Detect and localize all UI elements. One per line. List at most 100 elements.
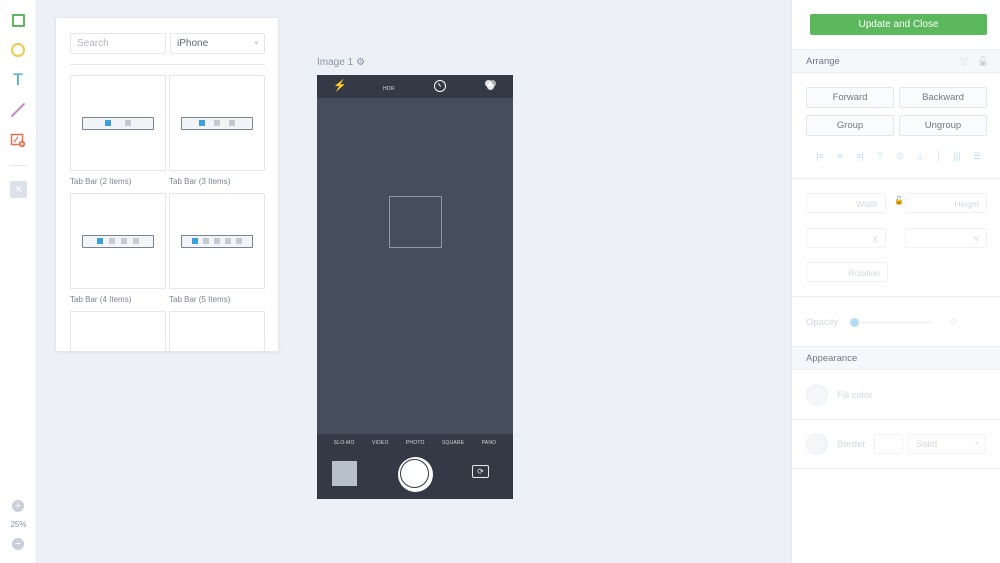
border-style-value: Solid — [916, 439, 938, 450]
chevron-down-icon: ▾ — [254, 40, 258, 47]
tile-label: Tab Bar (2 Items) — [70, 177, 132, 186]
shutter-button — [398, 457, 433, 492]
mode-square: SQUARE — [441, 440, 465, 446]
mode-photo: PHOTO — [405, 440, 425, 446]
align-top-icon[interactable]: ⊤ — [870, 151, 890, 162]
tab-item — [109, 238, 115, 244]
tab-bar-preview — [82, 234, 154, 248]
line-tool[interactable] — [9, 101, 27, 119]
tab-item — [125, 120, 131, 126]
trash-icon[interactable]: 🗑 — [958, 56, 969, 67]
tab-item — [214, 120, 220, 126]
align-middle-v-icon[interactable]: ⦶ — [890, 151, 910, 162]
align-left-icon[interactable]: |≡ — [810, 151, 830, 161]
library-tile[interactable]: Tab Bar (5 Items) — [169, 193, 265, 304]
component-library-panel: iPhone ▾ Tab Bar (2 Items) Tab Bar (3 It… — [55, 17, 279, 352]
device-select[interactable]: iPhone ▾ — [170, 33, 265, 54]
height-field[interactable]: Height — [905, 193, 987, 213]
section-divider — [792, 419, 1000, 420]
mode-pano: PANO — [481, 440, 497, 446]
artboard-label: Image 1 ⚙ — [317, 57, 365, 68]
border-color-swatch[interactable] — [806, 433, 828, 455]
image-icon — [10, 133, 26, 148]
backward-button[interactable]: Backward — [899, 87, 987, 108]
section-divider — [792, 178, 1000, 179]
border-width-field[interactable] — [874, 434, 903, 454]
chevron-down-icon: ▾ — [974, 441, 978, 447]
fill-color-swatch[interactable] — [806, 384, 828, 406]
zoom-out-button[interactable]: − — [12, 538, 24, 550]
border-label: Border — [837, 439, 866, 450]
image-tool[interactable] — [9, 131, 27, 149]
distribute-horizontal-icon[interactable]: ||| — [947, 151, 967, 161]
flash-icon: ⚡ — [333, 80, 347, 92]
forward-button[interactable]: Forward — [806, 87, 894, 108]
update-and-close-button[interactable]: Update and Close — [810, 14, 987, 35]
tile-thumbnail — [70, 193, 166, 289]
aspect-lock-icon[interactable]: 🔓 — [894, 196, 904, 205]
tile-thumbnail — [169, 311, 265, 351]
zoom-level: 25% — [10, 520, 27, 529]
mode-slo-mo: SLO-MO — [333, 440, 355, 446]
rectangle-tool[interactable] — [9, 11, 27, 29]
unlock-icon[interactable]: 🔓 — [978, 56, 989, 67]
group-button[interactable]: Group — [806, 115, 894, 136]
appearance-section-header: Appearance — [792, 346, 1000, 370]
align-center-h-icon[interactable]: ≡ — [830, 151, 850, 161]
library-tile[interactable]: Tab Bar (3 Items) — [169, 75, 265, 186]
fill-color-label: Fill color — [837, 390, 873, 401]
tab-item — [229, 120, 235, 126]
section-divider — [792, 296, 1000, 297]
tab-bar-preview — [181, 116, 253, 130]
tile-label: Tab Bar (5 Items) — [169, 295, 231, 304]
focus-square — [389, 196, 442, 248]
library-tile[interactable]: Tab Bar (4 Items) — [70, 193, 166, 304]
tab-item-active — [105, 120, 111, 126]
tab-item — [133, 238, 139, 244]
library-tile[interactable] — [70, 311, 166, 351]
align-right-icon[interactable]: ≡| — [850, 151, 870, 161]
tile-thumbnail — [70, 311, 166, 351]
artboard-camera-screen[interactable]: ⚡ HDR SLO-MO VIDEO PHOTO SQUARE PANO ⟳ — [317, 75, 513, 499]
tab-item — [121, 238, 127, 244]
opacity-value: 0 — [951, 317, 957, 327]
tab-item — [225, 238, 231, 244]
mode-video: VIDEO — [371, 440, 389, 446]
distribute-vertical-icon[interactable]: ☰ — [967, 151, 987, 162]
width-field[interactable]: Width — [806, 193, 886, 213]
close-icon[interactable]: × — [10, 181, 27, 198]
gear-icon[interactable]: ⚙ — [356, 57, 365, 68]
y-field[interactable]: Y — [905, 228, 987, 248]
text-tool[interactable]: T — [9, 71, 27, 89]
artboard-name[interactable]: Image 1 — [317, 57, 353, 68]
arrange-title: Arrange — [806, 56, 840, 67]
tool-sidebar: T × + 25% − — [0, 0, 37, 563]
tab-item — [203, 238, 209, 244]
library-tile[interactable] — [169, 311, 265, 351]
ungroup-button[interactable]: Ungroup — [899, 115, 987, 136]
flip-camera-icon: ⟳ — [472, 465, 489, 478]
opacity-slider-track[interactable] — [852, 322, 932, 323]
opacity-slider-handle[interactable] — [850, 318, 859, 327]
library-divider — [70, 64, 265, 65]
camera-top-bar: ⚡ HDR — [317, 75, 513, 98]
tile-thumbnail — [169, 193, 265, 289]
hdr-label: HDR — [383, 86, 395, 92]
text-icon: T — [12, 70, 24, 89]
x-field[interactable]: X — [806, 228, 886, 248]
timer-icon — [434, 80, 446, 92]
line-icon — [11, 103, 25, 117]
align-bottom-icon[interactable]: ⊥ — [910, 151, 930, 162]
library-tile[interactable]: Tab Bar (2 Items) — [70, 75, 166, 186]
rotation-field[interactable]: Rotation — [806, 262, 888, 282]
opacity-label: Opacity — [806, 317, 839, 328]
tab-item — [214, 238, 220, 244]
ellipse-icon — [11, 43, 25, 57]
ellipse-tool[interactable] — [9, 41, 27, 59]
library-search-input[interactable] — [70, 33, 166, 54]
rectangle-icon — [11, 13, 25, 27]
tab-item-active — [199, 120, 205, 126]
arrange-section-header: Arrange 🗑 🔓 — [792, 49, 1000, 73]
border-style-select[interactable]: Solid ▾ — [908, 434, 986, 454]
zoom-in-button[interactable]: + — [12, 500, 24, 512]
